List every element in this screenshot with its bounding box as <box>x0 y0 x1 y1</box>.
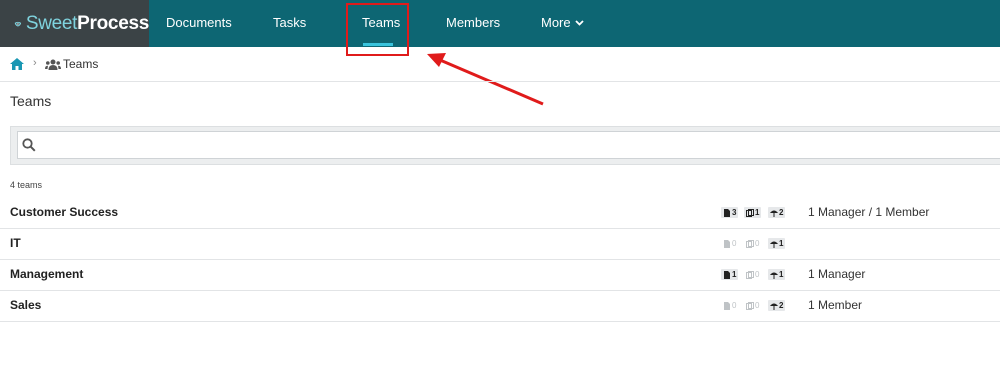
nav-members[interactable]: Members <box>446 0 500 47</box>
policies-badge[interactable]: 1 <box>768 238 786 249</box>
page-title: Teams <box>10 93 52 109</box>
team-name[interactable]: IT <box>10 236 21 250</box>
breadcrumb-current: Teams <box>63 57 99 71</box>
nav-more[interactable]: More <box>541 0 584 47</box>
chevron-down-icon <box>574 20 584 26</box>
document-icon <box>724 208 730 217</box>
team-row[interactable]: Management 1 0 1 1 Manager <box>0 259 1000 291</box>
procedures-badge[interactable]: 0 <box>744 300 761 311</box>
procedures-count: 0 <box>755 270 760 279</box>
team-row[interactable]: Sales 0 0 2 1 Member <box>0 290 1000 322</box>
logo-text-process: Process <box>77 12 149 34</box>
team-row[interactable]: Customer Success 3 1 2 1 Manager / 1 Mem… <box>0 197 1000 229</box>
procedure-icon <box>746 239 754 248</box>
team-name[interactable]: Customer Success <box>10 205 118 219</box>
team-roles: 1 Manager <box>808 267 866 281</box>
logo[interactable]: SweetProcess <box>0 0 149 47</box>
sweetprocess-logo-icon <box>14 21 22 26</box>
search-icon <box>22 138 36 152</box>
team-count: 4 teams <box>10 180 43 190</box>
search-input[interactable] <box>17 131 1000 159</box>
umbrella-icon <box>770 303 778 310</box>
procedure-icon <box>746 301 754 310</box>
policies-badge[interactable]: 2 <box>768 207 786 218</box>
logo-text: SweetProcess <box>26 13 149 35</box>
breadcrumb-separator-icon: › <box>33 57 37 69</box>
policies-count: 2 <box>779 301 784 310</box>
procedures-count: 0 <box>755 301 760 310</box>
procedures-badge[interactable]: 0 <box>744 269 761 280</box>
document-icon <box>724 270 730 279</box>
nav-documents[interactable]: Documents <box>166 0 232 47</box>
procedures-badge[interactable]: 1 <box>744 207 762 218</box>
document-icon <box>724 301 730 310</box>
logo-text-sweet: Sweet <box>25 12 78 34</box>
documents-badge[interactable]: 0 <box>721 300 738 311</box>
documents-count: 0 <box>732 301 737 310</box>
umbrella-icon <box>770 272 778 279</box>
documents-count: 3 <box>732 208 737 217</box>
documents-count: 0 <box>732 239 737 248</box>
nav-tasks[interactable]: Tasks <box>273 0 306 47</box>
top-navigation: SweetProcess Documents Tasks Teams Membe… <box>0 0 1000 47</box>
documents-badge[interactable]: 1 <box>721 269 739 280</box>
procedures-badge[interactable]: 0 <box>744 238 761 249</box>
nav-more-label: More <box>541 15 571 30</box>
procedures-count: 0 <box>755 239 760 248</box>
document-icon <box>724 239 730 248</box>
procedure-icon <box>746 208 754 217</box>
team-name[interactable]: Sales <box>10 298 41 312</box>
team-row[interactable]: IT 0 0 1 <box>0 228 1000 260</box>
procedures-count: 1 <box>755 208 760 217</box>
policies-count: 1 <box>779 270 784 279</box>
documents-count: 1 <box>732 270 737 279</box>
policies-count: 2 <box>779 208 784 217</box>
umbrella-icon <box>770 241 778 248</box>
umbrella-icon <box>770 210 778 217</box>
team-name[interactable]: Management <box>10 267 83 281</box>
policies-count: 1 <box>779 239 784 248</box>
procedure-icon <box>746 270 754 279</box>
team-roles: 1 Member <box>808 298 863 312</box>
breadcrumb <box>0 47 1000 82</box>
team-icon <box>45 59 61 70</box>
documents-badge[interactable]: 3 <box>721 207 739 218</box>
policies-badge[interactable]: 1 <box>768 269 786 280</box>
policies-badge[interactable]: 2 <box>768 300 786 311</box>
home-icon[interactable] <box>10 58 24 70</box>
team-roles: 1 Manager / 1 Member <box>808 205 930 219</box>
documents-badge[interactable]: 0 <box>721 238 738 249</box>
